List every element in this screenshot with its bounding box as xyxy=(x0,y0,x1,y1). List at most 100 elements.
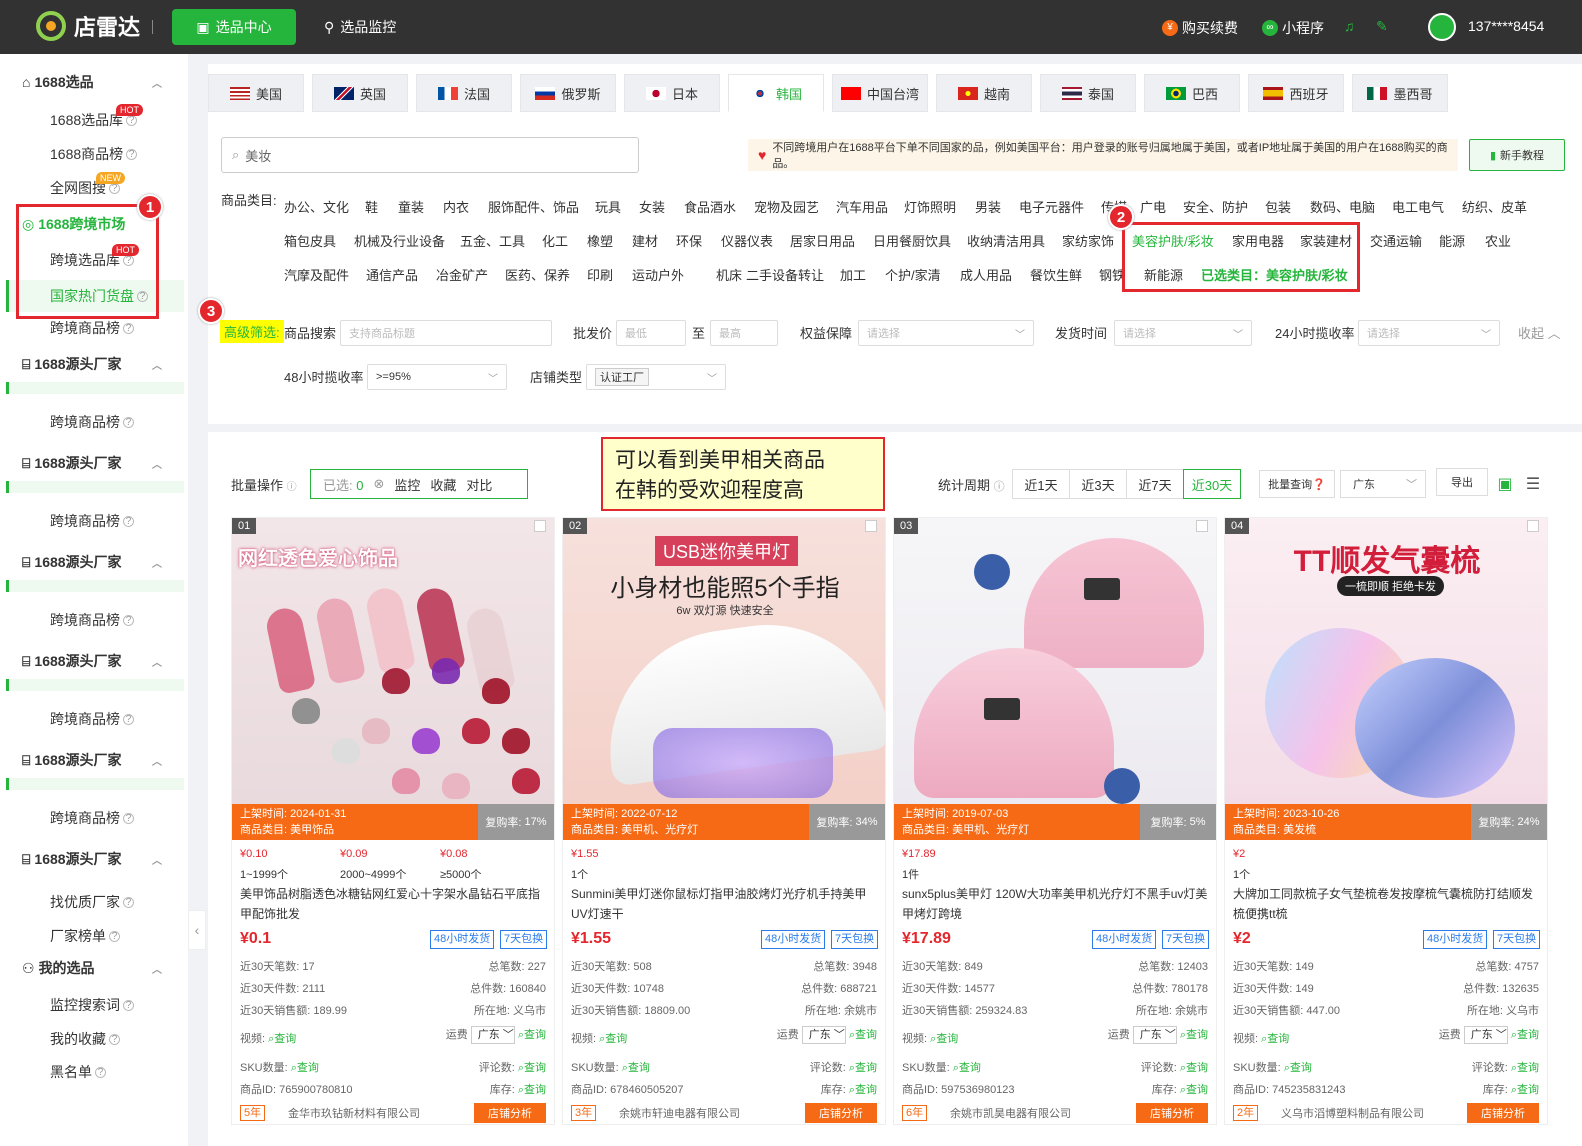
sku-query-link[interactable]: ⌕查询 xyxy=(622,1062,650,1074)
period-option[interactable]: 近7天 xyxy=(1126,469,1184,499)
grid-view-icon[interactable]: ▣ xyxy=(1494,470,1516,498)
video-query-link[interactable]: ⌕查询 xyxy=(599,1033,627,1045)
category-item[interactable]: 橡塑 xyxy=(587,231,613,250)
category-item[interactable]: 成人用品 xyxy=(960,265,1012,284)
sidebar-item-partial[interactable] xyxy=(6,580,184,592)
reviews-query-link[interactable]: ⌕查询 xyxy=(1511,1062,1539,1074)
sku-query-link[interactable]: ⌕查询 xyxy=(953,1062,981,1074)
category-item[interactable]: 灯饰照明 xyxy=(904,197,956,216)
category-item[interactable]: 冶金矿产 xyxy=(436,265,488,284)
sidebar-group-factory[interactable]: ⌸ 1688源头厂家 ︿ xyxy=(0,744,184,776)
buy-renew-link[interactable]: ¥ 购买续费 xyxy=(1162,18,1238,38)
freight-query-link[interactable]: ⌕查询 xyxy=(849,1029,877,1041)
tab-country[interactable]: 墨西哥 xyxy=(1352,74,1448,112)
rights-select[interactable]: 请选择 ﹀ xyxy=(858,320,1034,346)
category-item[interactable]: 纺织、皮革 xyxy=(1462,197,1527,216)
sku-query-link[interactable]: ⌕查询 xyxy=(291,1062,319,1074)
collapse-filters-button[interactable]: 收起 ︿ xyxy=(1518,323,1561,342)
tab-country[interactable]: 泰国 xyxy=(1040,74,1136,112)
sidebar-item-monitor-keywords[interactable]: 监控搜索词? xyxy=(0,989,184,1021)
nav-selection-monitor[interactable]: ⚲ 选品监控 xyxy=(312,9,408,45)
monitor-button[interactable]: 监控 xyxy=(394,475,420,494)
reviews-query-link[interactable]: ⌕查询 xyxy=(518,1062,546,1074)
freight-region-select[interactable]: 广东 ﹀ xyxy=(801,1026,846,1045)
sidebar-item-cross-ranking[interactable]: 跨境商品榜? xyxy=(0,505,184,537)
period-option[interactable]: 近1天 xyxy=(1012,469,1070,499)
category-item[interactable]: 收纳清洁用具 xyxy=(967,231,1045,250)
video-query-link[interactable]: ⌕查询 xyxy=(268,1033,296,1045)
nav-selection-center[interactable]: ▣ 选品中心 xyxy=(172,9,296,45)
category-item[interactable]: 男装 xyxy=(975,197,1001,216)
stock-query-link[interactable]: ⌕查询 xyxy=(849,1084,877,1096)
tab-country[interactable]: 日本 xyxy=(624,74,720,112)
sidebar-item-cross-ranking[interactable]: 跨境商品榜? xyxy=(0,406,184,438)
shop-type-select[interactable]: 认证工厂 ﹀ xyxy=(586,364,726,390)
shop-type-chip[interactable]: 认证工厂 xyxy=(595,368,649,386)
sidebar-group-my-selection[interactable]: ⚇ 我的选品 ︿ xyxy=(0,952,184,984)
period-option[interactable]: 近30天 xyxy=(1183,469,1241,499)
sidebar-item-partial[interactable] xyxy=(6,778,184,790)
category-item[interactable]: 电子元器件 xyxy=(1019,197,1084,216)
sidebar-collapse-button[interactable]: ‹ xyxy=(188,910,206,950)
sidebar-group-factory[interactable]: ⌸ 1688源头厂家 ︿ xyxy=(0,843,184,875)
category-item[interactable]: 居家日用品 xyxy=(790,231,855,250)
card-checkbox[interactable] xyxy=(534,520,546,532)
tab-country[interactable]: 英国 xyxy=(312,74,408,112)
category-item[interactable]: 化工 xyxy=(542,231,568,250)
stock-query-link[interactable]: ⌕查询 xyxy=(1511,1084,1539,1096)
category-item[interactable]: 机械及行业设备 xyxy=(354,231,445,250)
sidebar-item-1688-ranking[interactable]: 1688商品榜? xyxy=(0,138,184,170)
favorite-button[interactable]: 收藏 xyxy=(430,475,456,494)
shop-analysis-button[interactable]: 店铺分析 xyxy=(1467,1103,1539,1123)
video-query-link[interactable]: ⌕查询 xyxy=(1261,1033,1289,1045)
category-item[interactable]: 能源 xyxy=(1439,231,1465,250)
price-min-input[interactable]: 最低 xyxy=(616,320,686,346)
product-card[interactable]: TT顺发气囊梳 一梳即顺 拒绝卡发 04 上架时间: 2023-10-26 商品… xyxy=(1224,517,1548,1125)
avatar[interactable] xyxy=(1428,13,1456,41)
user-account[interactable]: 137****8454 xyxy=(1468,18,1544,34)
batch-query-button[interactable]: 批量查询 ❓ xyxy=(1259,470,1335,498)
sidebar-item-partial[interactable] xyxy=(6,382,184,394)
headset-icon[interactable]: ♫ xyxy=(1344,18,1355,34)
tab-country[interactable]: 西班牙 xyxy=(1248,74,1344,112)
category-item[interactable]: 日用餐厨饮具 xyxy=(873,231,951,250)
pickup48-select[interactable]: >=95% ﹀ xyxy=(367,364,507,390)
category-item[interactable]: 个护/家清 xyxy=(885,265,941,284)
sidebar-group-factory[interactable]: ⌸ 1688源头厂家 ︿ xyxy=(0,546,184,578)
reviews-query-link[interactable]: ⌕查询 xyxy=(849,1062,877,1074)
category-item[interactable]: 环保 xyxy=(676,231,702,250)
price-max-input[interactable]: 最高 xyxy=(710,320,778,346)
category-item[interactable]: 运动户外 xyxy=(632,265,684,284)
sidebar-item-partial[interactable] xyxy=(6,481,184,493)
category-item[interactable]: 箱包皮具 xyxy=(284,231,336,250)
region-select[interactable]: 广东 ﹀ xyxy=(1340,470,1426,498)
category-item[interactable]: 仪器仪表 xyxy=(721,231,773,250)
category-item[interactable]: 食品酒水 xyxy=(684,197,736,216)
export-button[interactable]: 导出 xyxy=(1436,468,1488,496)
category-item[interactable]: 内衣 xyxy=(443,197,469,216)
tutorial-button[interactable]: ▮ 新手教程 xyxy=(1469,139,1565,171)
tab-country[interactable]: 巴西 xyxy=(1144,74,1240,112)
sidebar-item-factory-ranking[interactable]: 厂家榜单? xyxy=(0,920,184,952)
clear-icon[interactable]: ⊗ xyxy=(373,476,384,492)
product-image[interactable]: USB迷你美甲灯 小身材也能照5个手指 6w 双灯源 快速安全 xyxy=(563,518,885,804)
miniprogram-link[interactable]: ∞ 小程序 xyxy=(1262,18,1324,38)
sidebar-item-favorites[interactable]: 我的收藏? xyxy=(0,1023,184,1055)
product-title[interactable]: sunx5plus美甲灯 120W大功率美甲机光疗灯不黑手uv灯美甲烤灯跨境 xyxy=(902,884,1210,924)
tab-country[interactable]: 俄罗斯 xyxy=(520,74,616,112)
sidebar-item-1688-library[interactable]: 1688选品库? HOT xyxy=(0,104,184,136)
shop-name[interactable]: 义乌市滔博塑料制品有限公司 xyxy=(1281,1105,1424,1121)
sidebar-group-factory[interactable]: ⌸ 1688源头厂家 ︿ xyxy=(0,348,184,380)
freight-region-select[interactable]: 广东 ﹀ xyxy=(1463,1026,1508,1045)
freight-query-link[interactable]: ⌕查询 xyxy=(1180,1029,1208,1041)
tab-country[interactable]: 法国 xyxy=(416,74,512,112)
video-query-link[interactable]: ⌕查询 xyxy=(930,1033,958,1045)
sidebar-item-partial[interactable] xyxy=(6,679,184,691)
category-item[interactable]: 机床 xyxy=(716,265,742,284)
category-item[interactable]: 医药、保养 xyxy=(505,265,570,284)
ship-time-select[interactable]: 请选择 ﹀ xyxy=(1114,320,1252,346)
category-item[interactable]: 玩具 xyxy=(595,197,621,216)
sidebar-item-cross-ranking[interactable]: 跨境商品榜? xyxy=(0,802,184,834)
search-input[interactable]: ⌕ 美妆 xyxy=(221,137,639,173)
shop-name[interactable]: 金华市玖钻新材料有限公司 xyxy=(288,1105,420,1121)
